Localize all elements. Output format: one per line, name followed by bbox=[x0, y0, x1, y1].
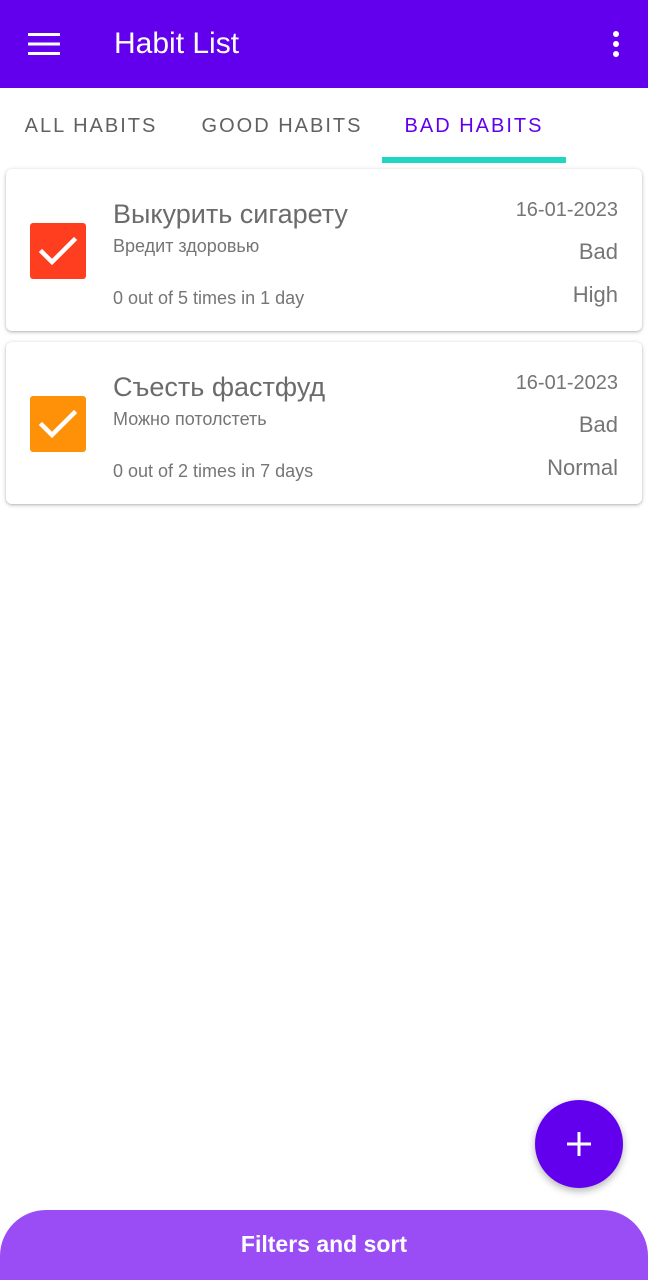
tab-all-habits[interactable]: ALL HABITS bbox=[0, 88, 182, 164]
check-icon[interactable] bbox=[30, 223, 86, 279]
tab-good-habits[interactable]: GOOD HABITS bbox=[182, 88, 382, 164]
habit-priority: Normal bbox=[547, 455, 618, 480]
tab-indicator bbox=[382, 157, 566, 163]
habit-date: 16-01-2023 bbox=[515, 372, 618, 394]
filters-sort-sheet[interactable]: Filters and sort bbox=[0, 1210, 648, 1280]
habit-type: Bad bbox=[578, 239, 618, 264]
habit-date: 16-01-2023 bbox=[515, 199, 618, 221]
check-icon[interactable] bbox=[30, 396, 86, 452]
app-title: Habit List bbox=[114, 27, 240, 60]
habit-progress: 0 out of 2 times in 7 days bbox=[113, 461, 314, 481]
hamburger-menu-icon[interactable] bbox=[20, 26, 68, 62]
app-bar: Habit List bbox=[0, 0, 648, 88]
tab-bad-habits[interactable]: BAD HABITS bbox=[382, 88, 566, 164]
habit-progress: 0 out of 5 times in 1 day bbox=[113, 288, 305, 308]
habit-title: Съесть фастфуд bbox=[113, 372, 326, 402]
more-vert-icon[interactable] bbox=[600, 24, 632, 64]
habit-title: Выкурить сигарету bbox=[113, 199, 348, 229]
habit-type: Bad bbox=[578, 412, 618, 437]
habit-description: Можно потолстеть bbox=[113, 409, 267, 429]
habit-card[interactable]: Съесть фастфуд Можно потолстеть 0 out of… bbox=[6, 342, 642, 504]
plus-icon bbox=[567, 1132, 591, 1156]
habit-priority: High bbox=[572, 282, 618, 307]
filters-sort-label: Filters and sort bbox=[240, 1230, 408, 1257]
habit-description: Вредит здоровью bbox=[113, 236, 260, 256]
habit-card[interactable]: Выкурить сигарету Вредит здоровью 0 out … bbox=[6, 169, 642, 331]
add-habit-button[interactable] bbox=[535, 1100, 623, 1188]
habit-tabs: ALL HABITS GOOD HABITS BAD HABITS bbox=[0, 88, 648, 164]
